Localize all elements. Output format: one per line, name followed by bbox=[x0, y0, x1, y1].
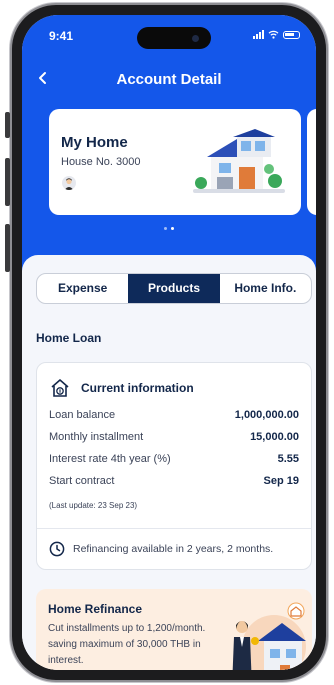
battery-icon bbox=[283, 30, 300, 39]
tab-expense[interactable]: Expense bbox=[37, 274, 128, 303]
app-header: Account Detail bbox=[22, 67, 316, 97]
home-card-my-home[interactable]: My Home House No. 3000 bbox=[49, 109, 301, 215]
wifi-icon bbox=[268, 30, 279, 39]
volume-down-button bbox=[5, 224, 10, 272]
current-information-header: Current information bbox=[49, 377, 194, 399]
status-bar: 9:41 bbox=[22, 15, 316, 55]
row-label: Interest rate 4th year (%) bbox=[49, 453, 171, 465]
mute-switch bbox=[5, 112, 10, 138]
tab-products[interactable]: Products bbox=[128, 274, 220, 303]
app-screen: 9:41 Account Detail My Home House No. 30… bbox=[22, 15, 316, 670]
carousel-dot-active[interactable] bbox=[171, 227, 174, 230]
row-label: Start contract bbox=[49, 475, 115, 487]
info-row-start-contract: Start contract Sep 19 bbox=[49, 475, 299, 487]
carousel-dot[interactable] bbox=[164, 227, 167, 230]
volume-up-button bbox=[5, 158, 10, 206]
dynamic-island bbox=[137, 27, 211, 49]
promo-description: Cut installments up to 1,200/month. savi… bbox=[48, 623, 206, 666]
signal-icon bbox=[253, 30, 264, 39]
tab-bar: Expense Products Home Info. bbox=[36, 273, 312, 304]
page-title: Account Detail bbox=[116, 71, 222, 88]
status-time: 9:41 bbox=[49, 29, 74, 43]
info-row-monthly-installment: Monthly installment 15,000.00 bbox=[49, 431, 299, 443]
current-information-card: Current information Loan balance 1,000,0… bbox=[36, 362, 312, 570]
row-value: 15,000.00 bbox=[250, 431, 299, 443]
carousel-indicator bbox=[22, 227, 316, 230]
content-panel: Expense Products Home Info. Home Loan Cu… bbox=[22, 255, 316, 670]
status-icons bbox=[253, 30, 300, 39]
row-label: Loan balance bbox=[49, 409, 116, 421]
row-label: Monthly installment bbox=[49, 431, 144, 443]
row-value: 1,000,000.00 bbox=[234, 409, 299, 421]
refinance-availability: Refinancing available in 2 years, 2 mont… bbox=[49, 541, 273, 557]
promo-title: Home Refinance bbox=[48, 602, 143, 616]
camera-icon bbox=[192, 35, 199, 42]
home-card-partial[interactable]: M La bbox=[307, 109, 316, 215]
house-illustration bbox=[193, 129, 285, 193]
last-update-note: (Last update: 23 Sep 23) bbox=[49, 501, 138, 510]
info-row-loan-balance: Loan balance 1,000,000.00 bbox=[49, 409, 299, 421]
divider bbox=[37, 528, 311, 529]
tab-home-info[interactable]: Home Info. bbox=[220, 274, 311, 303]
info-row-interest-rate: Interest rate 4th year (%) 5.55 bbox=[49, 453, 299, 465]
refinance-text: Refinancing available in 2 years, 2 mont… bbox=[73, 543, 274, 555]
house-coin-icon bbox=[51, 379, 69, 397]
section-title: Home Loan bbox=[36, 331, 102, 345]
home-refinance-banner[interactable]: Home Refinance Cut installments up to 1,… bbox=[36, 589, 312, 670]
avatar bbox=[62, 176, 76, 190]
refinance-illustration bbox=[232, 602, 306, 670]
home-name: My Home bbox=[61, 134, 128, 151]
clock-icon bbox=[49, 541, 65, 557]
home-address: House No. 3000 bbox=[61, 156, 141, 168]
row-value: Sep 19 bbox=[263, 475, 299, 487]
row-value: 5.55 bbox=[277, 453, 299, 465]
current-information-title: Current information bbox=[81, 381, 194, 395]
